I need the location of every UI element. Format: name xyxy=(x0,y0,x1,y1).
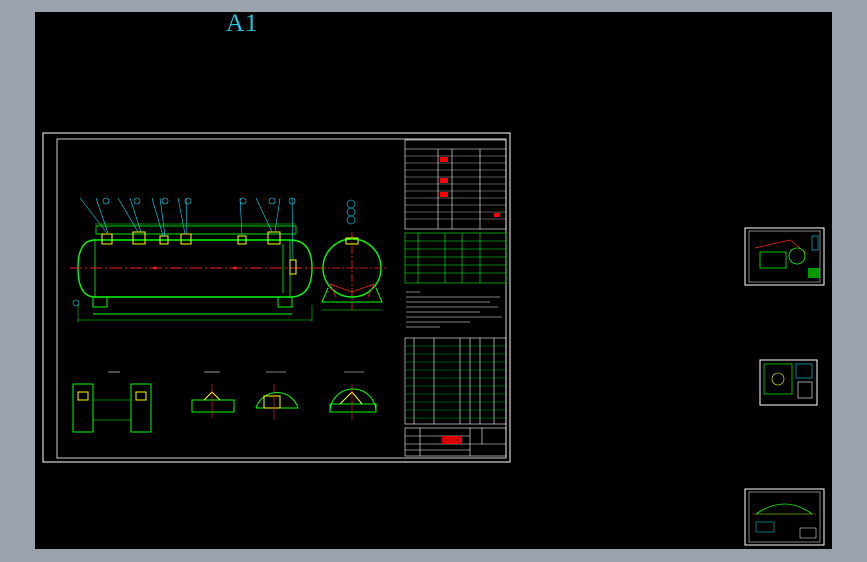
saddle-supports xyxy=(92,296,293,315)
leader-lines xyxy=(79,197,294,261)
leader-bubbles xyxy=(72,197,296,307)
parts-list-table xyxy=(404,337,507,425)
title-block xyxy=(404,427,507,457)
thumbnail-1 xyxy=(744,227,825,286)
dimension-lines xyxy=(77,223,313,322)
technical-data-table xyxy=(404,139,507,230)
thumbnail-3 xyxy=(744,488,825,546)
detail-view-2 xyxy=(191,371,235,418)
detail-view-3 xyxy=(255,371,299,420)
nozzle-table xyxy=(404,232,507,284)
detail-view-1 xyxy=(72,371,152,433)
detail-view-4 xyxy=(329,371,377,420)
cad-drawing xyxy=(42,132,825,546)
end-view xyxy=(318,199,386,311)
main-elevation-view xyxy=(70,197,322,322)
thumbnail-2 xyxy=(759,359,818,406)
notes-block xyxy=(406,291,502,328)
